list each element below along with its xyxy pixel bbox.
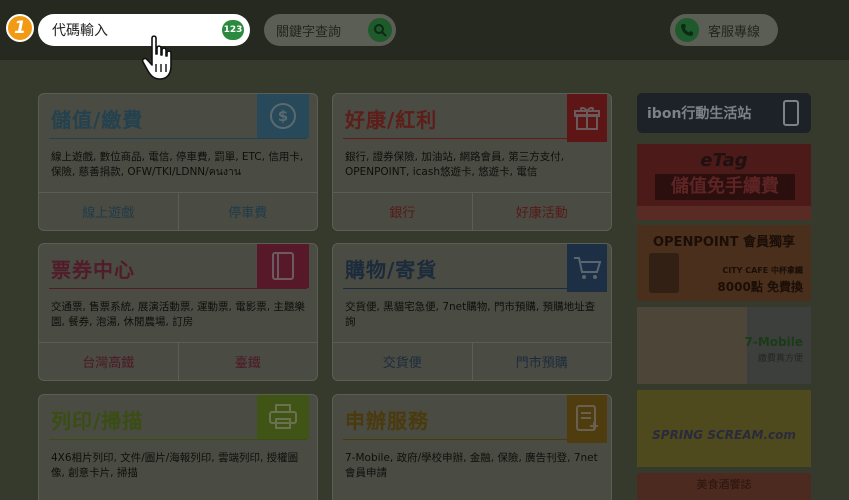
- banner-openpoint-product: CITY CAFE 中杯拿鐵: [722, 266, 803, 275]
- banner-7mobile[interactable]: 7-Mobile 繳費真方便: [637, 307, 811, 384]
- title-divider: [343, 288, 601, 289]
- card-title: 列印/掃描: [51, 409, 144, 433]
- card-deals-rewards[interactable]: 好康/紅利 銀行, 證券保險, 加油站, 網路會員, 第三方支付, OPENPO…: [332, 93, 612, 231]
- banner-food-title: 美食酒饗誌: [696, 478, 752, 491]
- banner-openpoint[interactable]: OPENPOINT 會員獨享 CITY CAFE 中杯拿鐵 8000點 免費換: [637, 225, 811, 301]
- step-number-badge: 1: [6, 14, 34, 42]
- keyword-search-button[interactable]: 關鍵字查詢: [264, 14, 396, 46]
- phone-icon: [675, 18, 699, 42]
- gift-icon: [567, 94, 607, 142]
- link-taiwan-railway[interactable]: 臺鐵: [177, 343, 318, 380]
- card-description: 交通票, 售票系統, 展演活動票, 運動票, 電影票, 主題樂園, 餐券, 泡湯…: [51, 301, 305, 328]
- card-title: 好康/紅利: [345, 108, 438, 132]
- card-description: 7-Mobile, 政府/學校申辦, 金融, 保險, 廣告刊登, 7net會員申…: [345, 452, 598, 479]
- search-icon[interactable]: [368, 18, 392, 42]
- title-divider: [49, 288, 307, 289]
- ibon-mobile-header[interactable]: ibon行動生活站: [637, 93, 811, 133]
- card-title: 申辦服務: [345, 409, 429, 433]
- link-delivery[interactable]: 交貨便: [333, 343, 472, 380]
- cart-icon: [567, 244, 607, 292]
- card-description: 交貨便, 黑貓宅急便, 7net購物, 門市預購, 預購地址查詢: [345, 301, 596, 328]
- hand-cursor-icon: [141, 35, 172, 80]
- coffee-cup-image: [649, 253, 679, 293]
- form-icon: [567, 395, 607, 443]
- link-taiwan-hsr[interactable]: 台灣高鐵: [39, 343, 178, 380]
- card-shopping-shipping[interactable]: 購物/寄貨 交貨便, 黑貓宅急便, 7net購物, 門市預購, 預購地址查詢 交…: [332, 243, 612, 381]
- link-bank[interactable]: 銀行: [333, 193, 472, 230]
- link-online-games[interactable]: 線上遊戲: [39, 193, 178, 230]
- title-divider: [49, 439, 307, 440]
- banner-spring-title: SPRING SCREAM.com: [652, 428, 796, 442]
- banner-spring-scream[interactable]: SPRING SCREAM.com: [637, 390, 811, 467]
- card-description: 4X6相片列印, 文件/圖片/海報列印, 雲端列印, 授權圖像, 創意卡片, 掃…: [51, 452, 299, 479]
- banner-photo: [637, 307, 747, 384]
- ticket-icon: [257, 244, 309, 288]
- customer-service-button[interactable]: 客服專線: [670, 14, 778, 46]
- banner-openpoint-title: OPENPOINT 會員獨享: [652, 235, 796, 250]
- customer-service-label: 客服專線: [708, 24, 761, 40]
- printer-icon: [257, 395, 309, 439]
- numeric-keypad-icon: 123: [222, 20, 244, 40]
- card-print-scan[interactable]: 列印/掃描 4X6相片列印, 文件/圖片/海報列印, 雲端列印, 授權圖像, 創…: [38, 394, 318, 500]
- ibon-mobile-label: ibon行動生活站: [647, 106, 752, 122]
- keyword-search-label: 關鍵字查詢: [276, 24, 342, 40]
- code-input-placeholder: 代碼輸入: [52, 23, 108, 39]
- card-ticket-center[interactable]: 票券中心 交通票, 售票系統, 展演活動票, 運動票, 電影票, 主題樂園, 餐…: [38, 243, 318, 381]
- banner-etag-subtitle: 儲值免手續費: [655, 174, 795, 200]
- banner-etag[interactable]: eTag 儲值免手續費: [637, 144, 811, 220]
- card-application-services[interactable]: 申辦服務 7-Mobile, 政府/學校申辦, 金融, 保險, 廣告刊登, 7n…: [332, 394, 612, 500]
- banner-etag-title: eTag: [700, 150, 748, 171]
- link-store-preorder[interactable]: 門市預購: [471, 343, 612, 380]
- card-topup-payment[interactable]: 儲值/繳費 $ 線上遊戲, 數位商品, 電信, 停車費, 罰單, ETC, 信用…: [38, 93, 318, 231]
- card-title: 票券中心: [51, 258, 135, 282]
- dollar-icon: $: [257, 94, 309, 138]
- card-description: 銀行, 證券保險, 加油站, 網路會員, 第三方支付, OPENPOINT, i…: [345, 151, 565, 178]
- link-deals-events[interactable]: 好康活動: [471, 193, 612, 230]
- title-divider: [343, 138, 601, 139]
- banner-food[interactable]: 美食酒饗誌: [637, 473, 811, 500]
- banner-road-graphic: [637, 206, 811, 220]
- banner-7mobile-title: 7-Mobile: [744, 335, 803, 349]
- title-divider: [343, 439, 601, 440]
- title-divider: [49, 138, 307, 139]
- link-parking-fee[interactable]: 停車費: [177, 193, 318, 230]
- banner-7mobile-subtitle: 繳費真方便: [757, 354, 803, 364]
- svg-text:$: $: [278, 107, 288, 125]
- mobile-phone-icon: [783, 100, 799, 126]
- card-title: 購物/寄貨: [345, 258, 438, 282]
- card-title: 儲值/繳費: [51, 108, 144, 132]
- card-description: 線上遊戲, 數位商品, 電信, 停車費, 罰單, ETC, 信用卡, 保險, 慈…: [51, 151, 304, 178]
- banner-openpoint-points: 8000點 免費換: [717, 280, 803, 294]
